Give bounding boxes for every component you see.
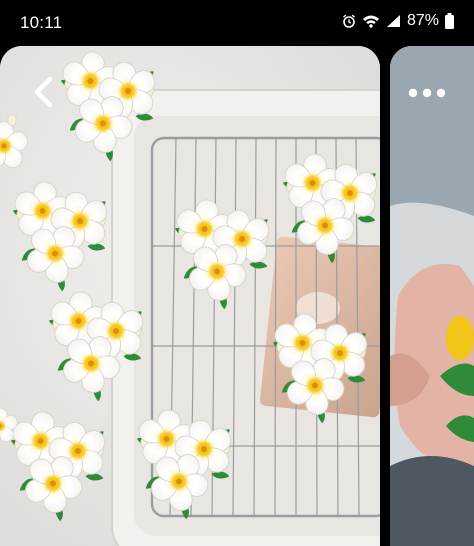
alarm-icon <box>342 14 356 28</box>
status-time: 10:11 <box>20 13 63 32</box>
status-bar: 10:11 87% <box>0 0 474 46</box>
back-button[interactable] <box>24 74 64 114</box>
next-photo-preview[interactable] <box>390 46 474 546</box>
battery-percent: 87% <box>406 12 439 29</box>
more-horizontal-icon <box>408 85 446 103</box>
photo-viewer-screen: 10:11 87% <box>0 0 474 546</box>
more-options-button[interactable] <box>404 80 450 108</box>
battery-icon <box>445 13 454 29</box>
status-icons: 87% <box>342 12 454 30</box>
wifi-icon <box>362 14 380 28</box>
signal-icon <box>386 14 401 28</box>
flower-photo[interactable] <box>0 46 380 546</box>
chevron-left-icon <box>32 76 56 113</box>
